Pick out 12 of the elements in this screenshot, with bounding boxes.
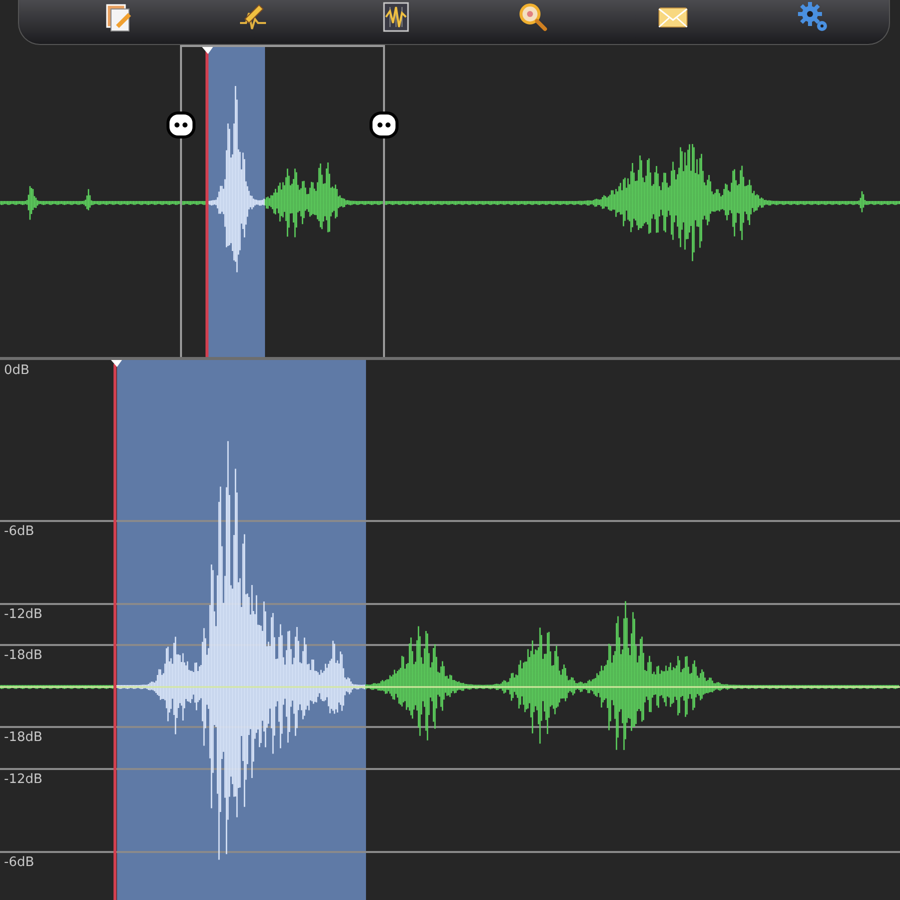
settings-icon[interactable] bbox=[796, 0, 830, 34]
db-label: -12dB bbox=[4, 772, 42, 787]
playhead-marker[interactable] bbox=[111, 360, 122, 367]
resize-handle[interactable] bbox=[370, 112, 398, 138]
playhead-marker[interactable] bbox=[202, 47, 213, 54]
db-label: -18dB bbox=[4, 730, 42, 745]
db-label: 0dB bbox=[4, 363, 30, 378]
db-label: -6dB bbox=[4, 524, 34, 539]
db-label: -6dB bbox=[4, 855, 34, 870]
db-label: -12dB bbox=[4, 607, 42, 622]
resize-handle[interactable] bbox=[166, 112, 196, 138]
db-label: -18dB bbox=[4, 648, 42, 663]
